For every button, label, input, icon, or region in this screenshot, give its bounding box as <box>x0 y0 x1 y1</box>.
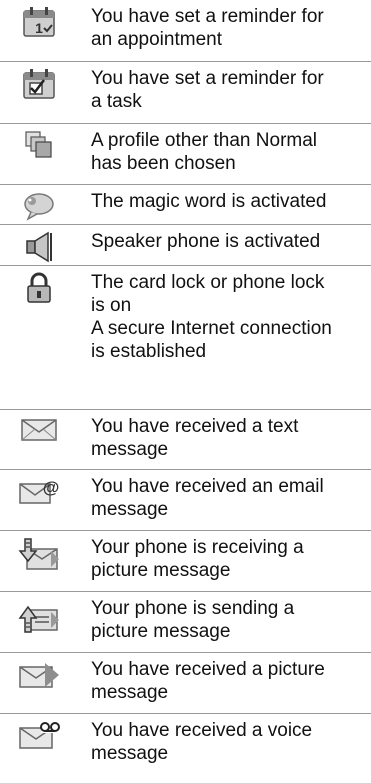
row-text-line: picture message <box>91 560 231 581</box>
svg-text:@: @ <box>43 478 60 497</box>
table-row: Your phone is receiving a picture messag… <box>0 531 371 592</box>
row-text-line: Speaker phone is activated <box>91 231 321 252</box>
picture-sending-icon <box>0 592 78 652</box>
voice-message-icon <box>0 714 78 783</box>
profile-icon <box>0 124 78 184</box>
row-text-line: is on <box>91 295 132 316</box>
table-row: @ You have received an email message <box>0 470 371 531</box>
table-row: You have received a picture message <box>0 653 371 714</box>
table-row: A profile other than Normal has been cho… <box>0 124 371 185</box>
row-text-line: message <box>91 499 169 520</box>
row-text-line: You have set a reminder for <box>91 6 324 27</box>
table-row: The card lock or phone lock is on A secu… <box>0 266 371 410</box>
table-row: The magic word is activated <box>0 185 371 225</box>
row-text-line: has been chosen <box>91 153 236 174</box>
row-text-line: You have received a voice <box>91 720 313 741</box>
row-text-line: message <box>91 439 169 460</box>
row-text-line: is established <box>91 341 207 362</box>
email-message-icon: @ <box>0 470 78 530</box>
row-text-line: message <box>91 682 169 703</box>
row-text-line: A secure Internet connection <box>91 318 332 339</box>
row-text-line: an appointment <box>91 29 222 50</box>
padlock-icon <box>0 266 78 409</box>
row-text-line: You have received an email <box>91 476 324 497</box>
row-text-line: picture message <box>91 621 231 642</box>
magic-word-icon <box>0 185 78 224</box>
row-text-line: Your phone is sending a <box>91 598 295 619</box>
row-text-line: The card lock or phone lock <box>91 272 325 293</box>
row-text-line: A profile other than Normal <box>91 130 318 151</box>
row-text-line: You have received a text <box>91 416 299 437</box>
picture-message-icon <box>0 653 78 713</box>
calendar-appointment-icon: 1 <box>0 0 78 61</box>
row-text-line: Your phone is receiving a <box>91 537 304 558</box>
row-text-line: The magic word is activated <box>91 191 327 212</box>
row-text-line: You have received a picture <box>91 659 325 680</box>
row-text-line: You have set a reminder for <box>91 68 324 89</box>
svg-text:1: 1 <box>35 20 43 36</box>
table-row: You have received a voice message <box>0 714 371 783</box>
table-row: You have received a text message <box>0 410 371 470</box>
table-row: Your phone is sending a picture message <box>0 592 371 653</box>
table-row: Speaker phone is activated <box>0 225 371 266</box>
table-row: 1 You have set a reminder for an appoint… <box>0 0 371 62</box>
text-message-icon <box>0 410 78 469</box>
row-text-line: a task <box>91 91 142 112</box>
calendar-task-icon <box>0 62 78 123</box>
speaker-icon <box>0 225 78 265</box>
row-text-line: message <box>91 743 169 764</box>
table-row: You have set a reminder for a task <box>0 62 371 124</box>
picture-receiving-icon <box>0 531 78 591</box>
